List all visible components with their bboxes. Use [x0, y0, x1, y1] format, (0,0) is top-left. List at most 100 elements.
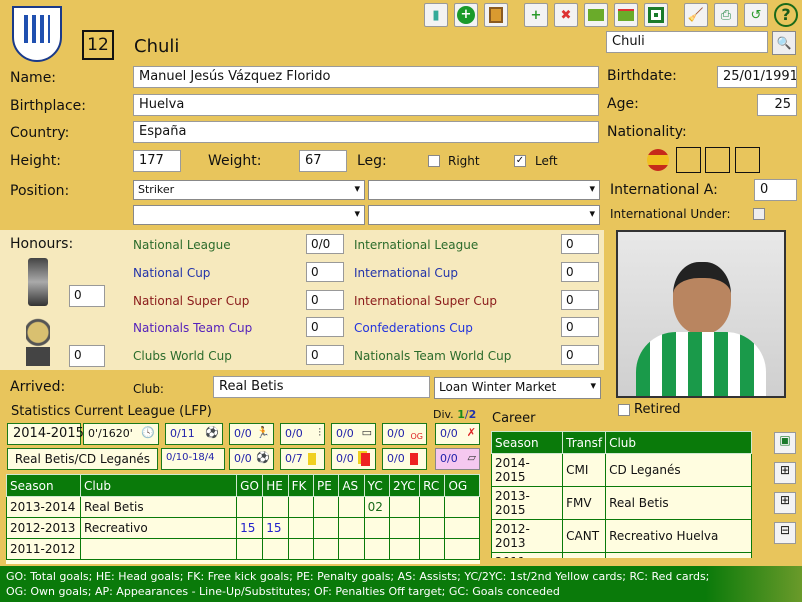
column-header[interactable]: YC	[363, 474, 391, 497]
table-cell: CMI	[562, 453, 607, 487]
honour-value[interactable]: 0	[306, 290, 344, 310]
legend-text: GO: Total goals; HE: Head goals; FK: Fre…	[6, 570, 710, 598]
season-box[interactable]: 2014-2015	[7, 423, 84, 445]
table-cell	[338, 496, 365, 518]
column-header[interactable]: GO	[236, 474, 264, 497]
add-button[interactable]: +	[454, 3, 478, 27]
new-record-button[interactable]: +	[524, 3, 548, 27]
honour-value[interactable]: 0	[306, 262, 344, 282]
yellow-box: 0/7	[280, 448, 325, 470]
search-button[interactable]: 🔍	[772, 31, 796, 55]
column-header[interactable]: RC	[419, 474, 446, 497]
table-row[interactable]: 2012-2013 Recreativo 15 15	[6, 517, 480, 539]
weight-field[interactable]: 67	[299, 150, 347, 172]
nationality-slot[interactable]	[705, 147, 730, 173]
honours-ball-count[interactable]: 0	[69, 345, 105, 367]
career-edit-row-button[interactable]: ⊞	[774, 492, 796, 514]
table-row[interactable]: 2012-2013 CANT Recreativo Huelva	[491, 519, 752, 553]
career-table: Season Transf Club 2014-2015 CMI CD Leganés 20…	[491, 431, 752, 558]
honour-value[interactable]: 0	[561, 290, 599, 310]
birthplace-label: Birthplace:	[10, 98, 86, 114]
table-cell	[262, 496, 289, 518]
table-row[interactable]: 2011-2012	[6, 538, 480, 560]
stats-chart-button[interactable]: ▮	[424, 3, 448, 27]
international-a-field[interactable]: 0	[754, 179, 797, 201]
column-header[interactable]: Season	[6, 474, 82, 497]
leg-right-checkbox[interactable]	[428, 155, 440, 167]
column-header[interactable]: Season	[491, 431, 564, 454]
penalties-value: 0/0	[440, 452, 458, 465]
name-field[interactable]: Manuel Jesús Vázquez Florido	[133, 66, 599, 88]
birthdate-field[interactable]: 25/01/1991	[717, 66, 797, 88]
honour-value[interactable]: 0/0	[306, 234, 344, 254]
column-header[interactable]: HE	[262, 474, 289, 497]
column-header[interactable]: Club	[80, 474, 238, 497]
international-under-checkbox[interactable]	[753, 208, 765, 220]
honour-label: National League	[133, 238, 231, 252]
search-input[interactable]: Chuli	[606, 31, 768, 53]
position-select-3[interactable]	[133, 205, 365, 225]
honour-value[interactable]: 0	[561, 317, 599, 337]
player-short-name: Chuli	[134, 36, 180, 57]
save-button[interactable]	[644, 3, 668, 27]
birthplace-field[interactable]: Huelva	[133, 94, 599, 116]
player-number: 12	[82, 30, 114, 60]
honour-value[interactable]: 0	[561, 345, 599, 365]
add-folder-button[interactable]	[584, 3, 608, 27]
club-box[interactable]: Real Betis/CD Leganés	[7, 448, 158, 470]
position-select-1[interactable]: Striker	[133, 180, 365, 200]
arrived-club-field[interactable]: Real Betis	[213, 376, 430, 398]
folder-remove-icon	[618, 9, 634, 21]
age-label: Age:	[607, 96, 639, 112]
div-current[interactable]: 1	[457, 408, 465, 421]
column-header[interactable]: PE	[312, 474, 340, 497]
career-add-row-button[interactable]: ⊞	[774, 462, 796, 484]
arrived-type-select[interactable]: Loan Winter Market	[434, 377, 601, 399]
leg-left-checkbox[interactable]: ✓	[514, 155, 526, 167]
retired-checkbox[interactable]	[618, 404, 630, 416]
delete-record-button[interactable]: ✖	[554, 3, 578, 27]
nationality-slot[interactable]	[676, 147, 701, 173]
table-cell	[363, 517, 391, 539]
back-button[interactable]: ↺	[744, 3, 768, 27]
clipboard-button[interactable]	[484, 3, 508, 27]
honour-value[interactable]: 0	[306, 345, 344, 365]
honour-value[interactable]: 0	[561, 234, 599, 254]
age-field[interactable]: 25	[757, 94, 797, 116]
column-header[interactable]: Transf	[562, 431, 607, 454]
column-header[interactable]: Club	[605, 431, 752, 454]
lineup-icon: ⫶	[318, 426, 321, 439]
column-header[interactable]: FK	[287, 474, 314, 497]
column-header[interactable]: 2YC	[388, 474, 421, 497]
honour-value[interactable]: 0	[561, 262, 599, 282]
career-delete-row-button[interactable]: ⊟	[774, 522, 796, 544]
yellow-card-icon	[308, 453, 316, 465]
minutes-box: 0'/1620' 🕓	[83, 423, 159, 445]
table-row[interactable]: 2011-2012CANTRecreativo Huelva B	[491, 552, 752, 558]
honours-trophy-count[interactable]: 0	[69, 285, 105, 307]
not-called-box: 0/0 ✗	[435, 423, 480, 445]
table-row[interactable]: 2013-2014 Real Betis 02	[6, 496, 480, 518]
column-header[interactable]: AS	[338, 474, 365, 497]
table-row[interactable]: 2014-2015 CMI CD Leganés	[491, 453, 752, 487]
table-row[interactable]: 2013-2015 FMV Real Betis	[491, 486, 752, 520]
nationality-slot[interactable]	[735, 147, 760, 173]
clear-button[interactable]: 🧹	[684, 3, 708, 27]
new-document-icon: +	[530, 7, 542, 23]
position-select-4[interactable]	[368, 205, 600, 225]
table-cell	[444, 517, 480, 539]
honour-label: Clubs World Cup	[133, 349, 232, 363]
position-select-2[interactable]	[368, 180, 600, 200]
career-save-button[interactable]: ▣	[774, 432, 796, 454]
honour-value[interactable]: 0	[306, 317, 344, 337]
golden-ball-icon	[26, 318, 50, 366]
print-button[interactable]: ⎙	[714, 3, 738, 27]
help-button[interactable]: ?	[774, 3, 798, 27]
table-cell: Real Betis	[80, 496, 238, 518]
country-field[interactable]: España	[133, 121, 599, 143]
height-field[interactable]: 177	[133, 150, 181, 172]
div-total[interactable]: 2	[469, 408, 477, 421]
column-header[interactable]: OG	[444, 474, 480, 497]
remove-folder-button[interactable]	[614, 3, 638, 27]
table-add-icon: ⊞	[779, 463, 791, 477]
